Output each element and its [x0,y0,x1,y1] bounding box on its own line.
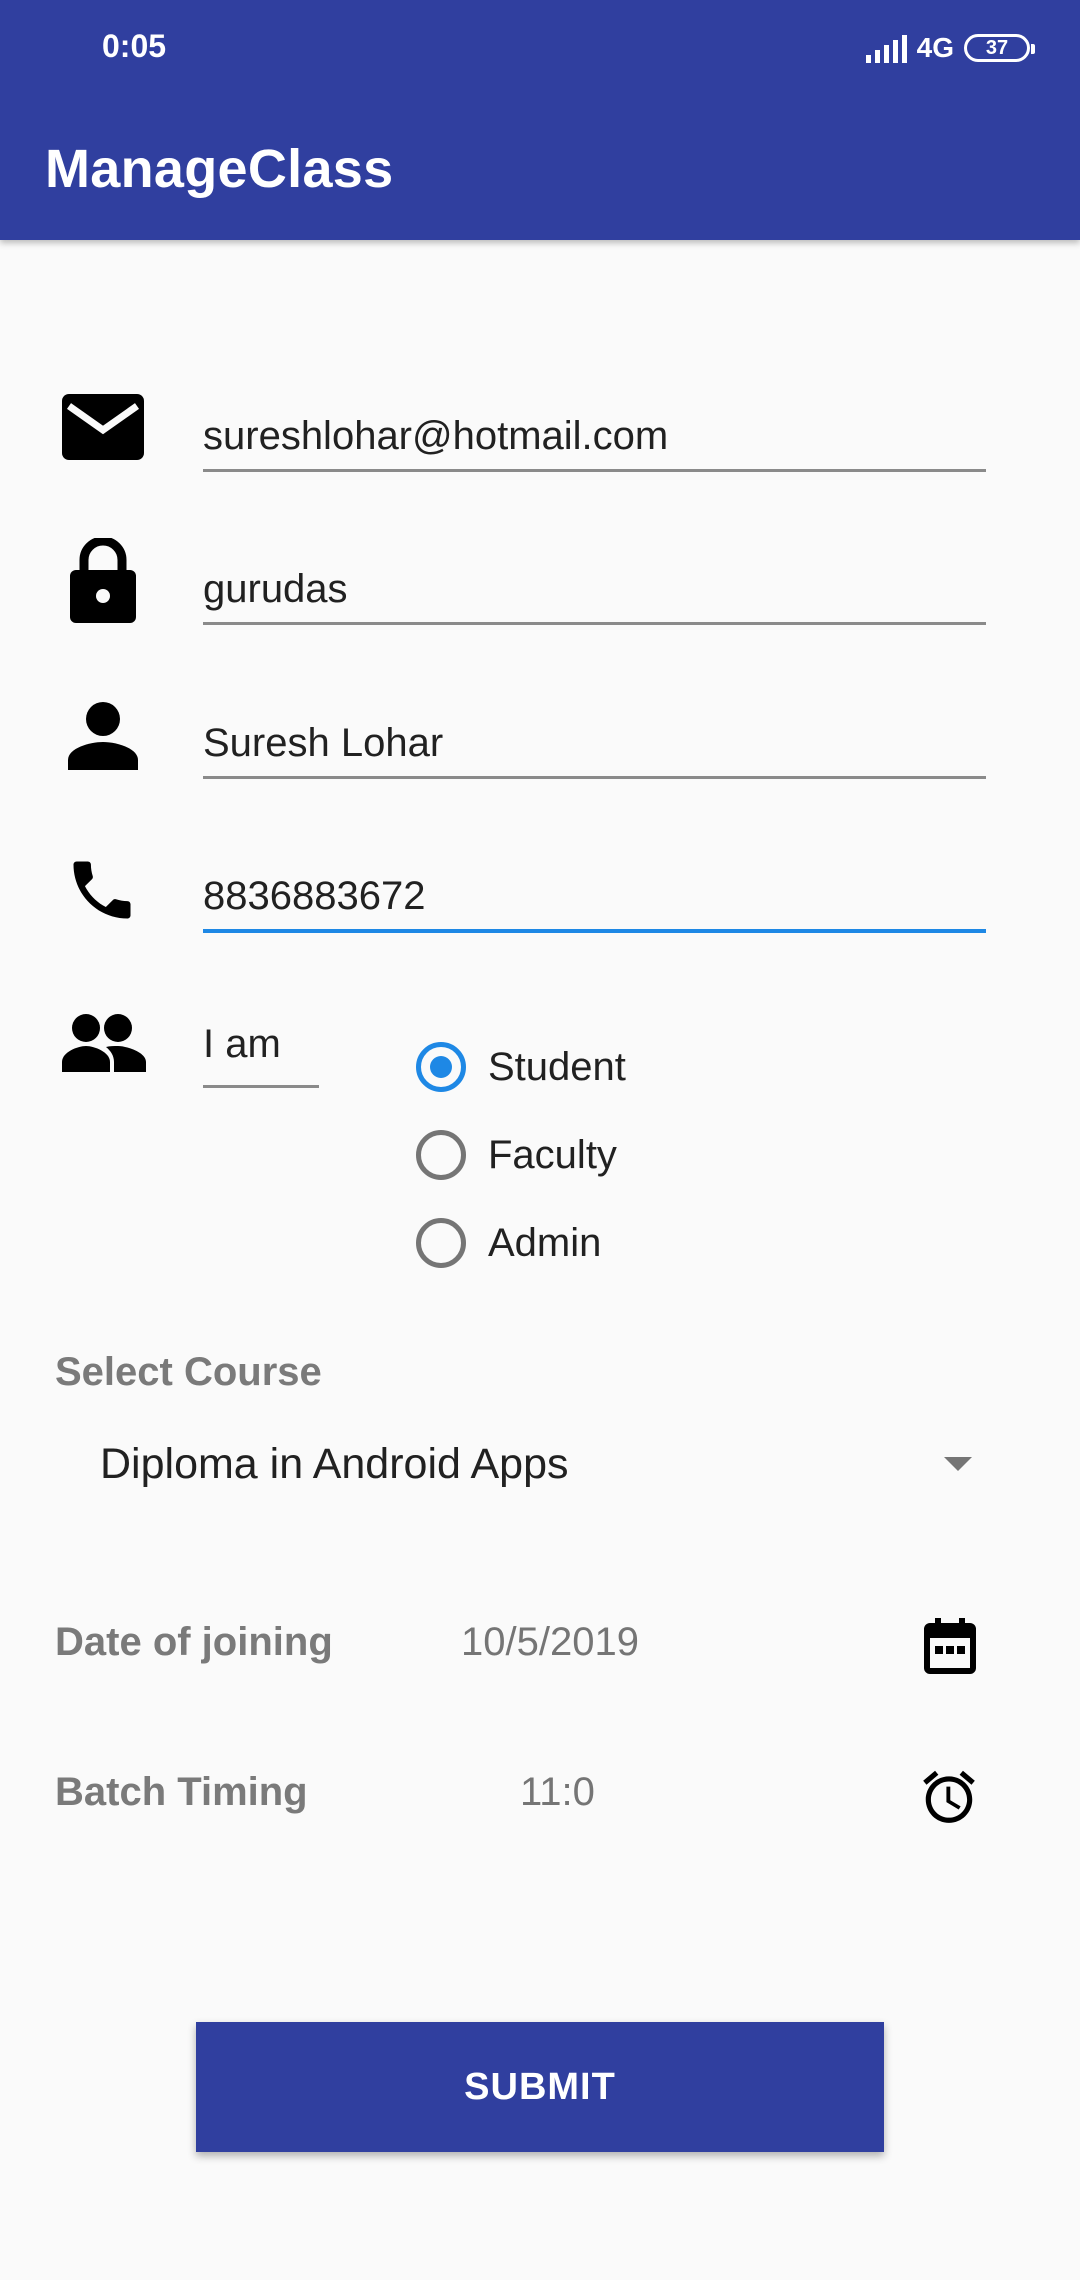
phone-icon [73,861,131,919]
radio-button-admin[interactable] [416,1218,466,1268]
app-title: ManageClass [45,139,394,199]
radio-button-student[interactable] [416,1042,466,1092]
password-field[interactable]: gurudas [203,553,986,625]
phone-field[interactable]: 8836883672 [203,861,986,933]
signal-icon [865,33,907,63]
name-field[interactable]: Suresh Lohar [203,707,986,779]
email-icon [62,394,144,460]
name-value: Suresh Lohar [203,721,444,765]
date-value: 10/5/2019 [461,1620,639,1664]
lock-icon [70,538,136,623]
course-label: Select Course [55,1350,322,1394]
screen: 0:05 4G 37 ManageClass sureshlohar@hotma… [0,0,1080,2280]
radio-label-student: Student [488,1044,626,1089]
calendar-icon[interactable] [924,1618,976,1674]
dropdown-arrow-icon[interactable] [944,1457,972,1471]
role-label: I am [203,1022,319,1088]
radio-student[interactable]: Student [416,1042,626,1092]
email-field[interactable]: sureshlohar@hotmail.com [203,400,986,472]
radio-label-faculty: Faculty [488,1132,617,1177]
time-value: 11:0 [520,1770,595,1814]
time-label: Batch Timing [55,1770,308,1814]
app-bar: 0:05 4G 37 ManageClass [0,0,1080,240]
people-icon [62,1014,146,1072]
status-time: 0:05 [102,28,167,64]
email-value: sureshlohar@hotmail.com [203,414,669,458]
date-label: Date of joining [55,1620,333,1664]
radio-faculty[interactable]: Faculty [416,1130,617,1180]
battery-icon: 37 [964,34,1035,62]
password-value: gurudas [203,567,348,611]
status-icons: 4G 37 [865,28,1035,68]
network-type: 4G [916,32,954,63]
battery-level: 37 [985,36,1009,59]
radio-admin[interactable]: Admin [416,1218,601,1268]
radio-label-admin: Admin [488,1220,602,1265]
alarm-icon[interactable] [918,1766,980,1828]
radio-button-faculty[interactable] [416,1130,466,1180]
phone-value: 8836883672 [203,874,426,918]
course-value: Diploma in Android Apps [100,1440,569,1488]
submit-button[interactable]: SUBMIT [196,2022,884,2152]
person-icon [68,702,138,770]
